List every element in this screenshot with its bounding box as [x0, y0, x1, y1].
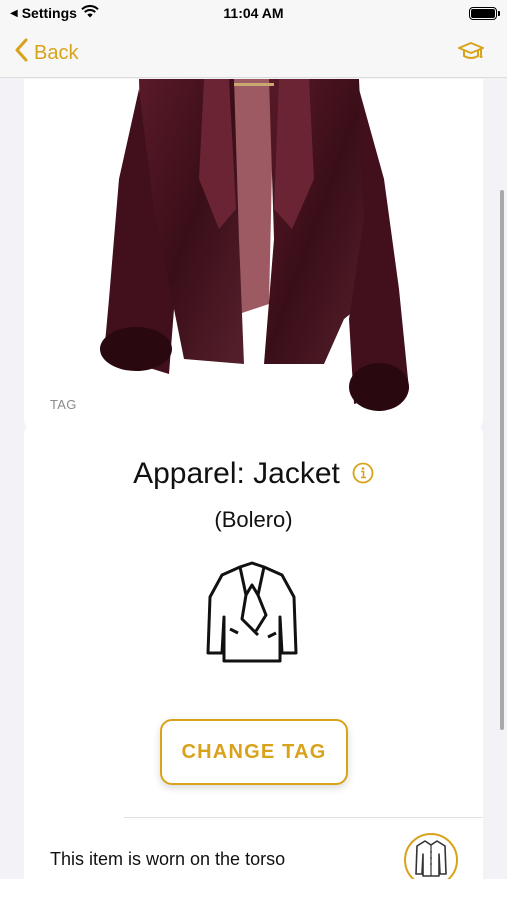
jacket-photo: [100, 79, 409, 411]
navigation-bar: Back: [0, 28, 507, 78]
tag-title-row: Apparel: Jacket: [24, 457, 483, 491]
item-photo-card: [24, 79, 483, 433]
content-scroll-area[interactable]: TAG Apparel: Jacket (Bolero) CHANGE TAG: [0, 79, 507, 879]
worn-on-text: This item is worn on the torso: [50, 849, 286, 869]
torso-shirt-button[interactable]: [404, 833, 458, 879]
scrollbar[interactable]: [500, 190, 504, 730]
jacket-icon: [202, 561, 302, 672]
back-button[interactable]: Back: [14, 38, 78, 68]
graduation-cap-button[interactable]: [457, 40, 485, 69]
tag-section-label: TAG: [50, 397, 77, 412]
graduation-cap-icon: [457, 42, 485, 68]
status-time: 11:04 AM: [223, 5, 284, 21]
tag-subtitle: (Bolero): [214, 507, 293, 532]
info-icon[interactable]: [352, 462, 374, 489]
chevron-left-icon: [14, 38, 28, 68]
battery-icon: [469, 7, 500, 20]
tag-card: Apparel: Jacket (Bolero) CHANGE TAG This…: [24, 421, 483, 879]
shirt-icon: [414, 838, 448, 880]
change-tag-button[interactable]: CHANGE TAG: [160, 719, 348, 785]
divider: [124, 817, 483, 818]
tag-title: Apparel: Jacket: [133, 457, 340, 490]
bottom-strip: [0, 879, 507, 900]
back-label: Back: [34, 41, 79, 64]
status-bar: ◀ Settings 11:04 AM: [0, 0, 507, 28]
